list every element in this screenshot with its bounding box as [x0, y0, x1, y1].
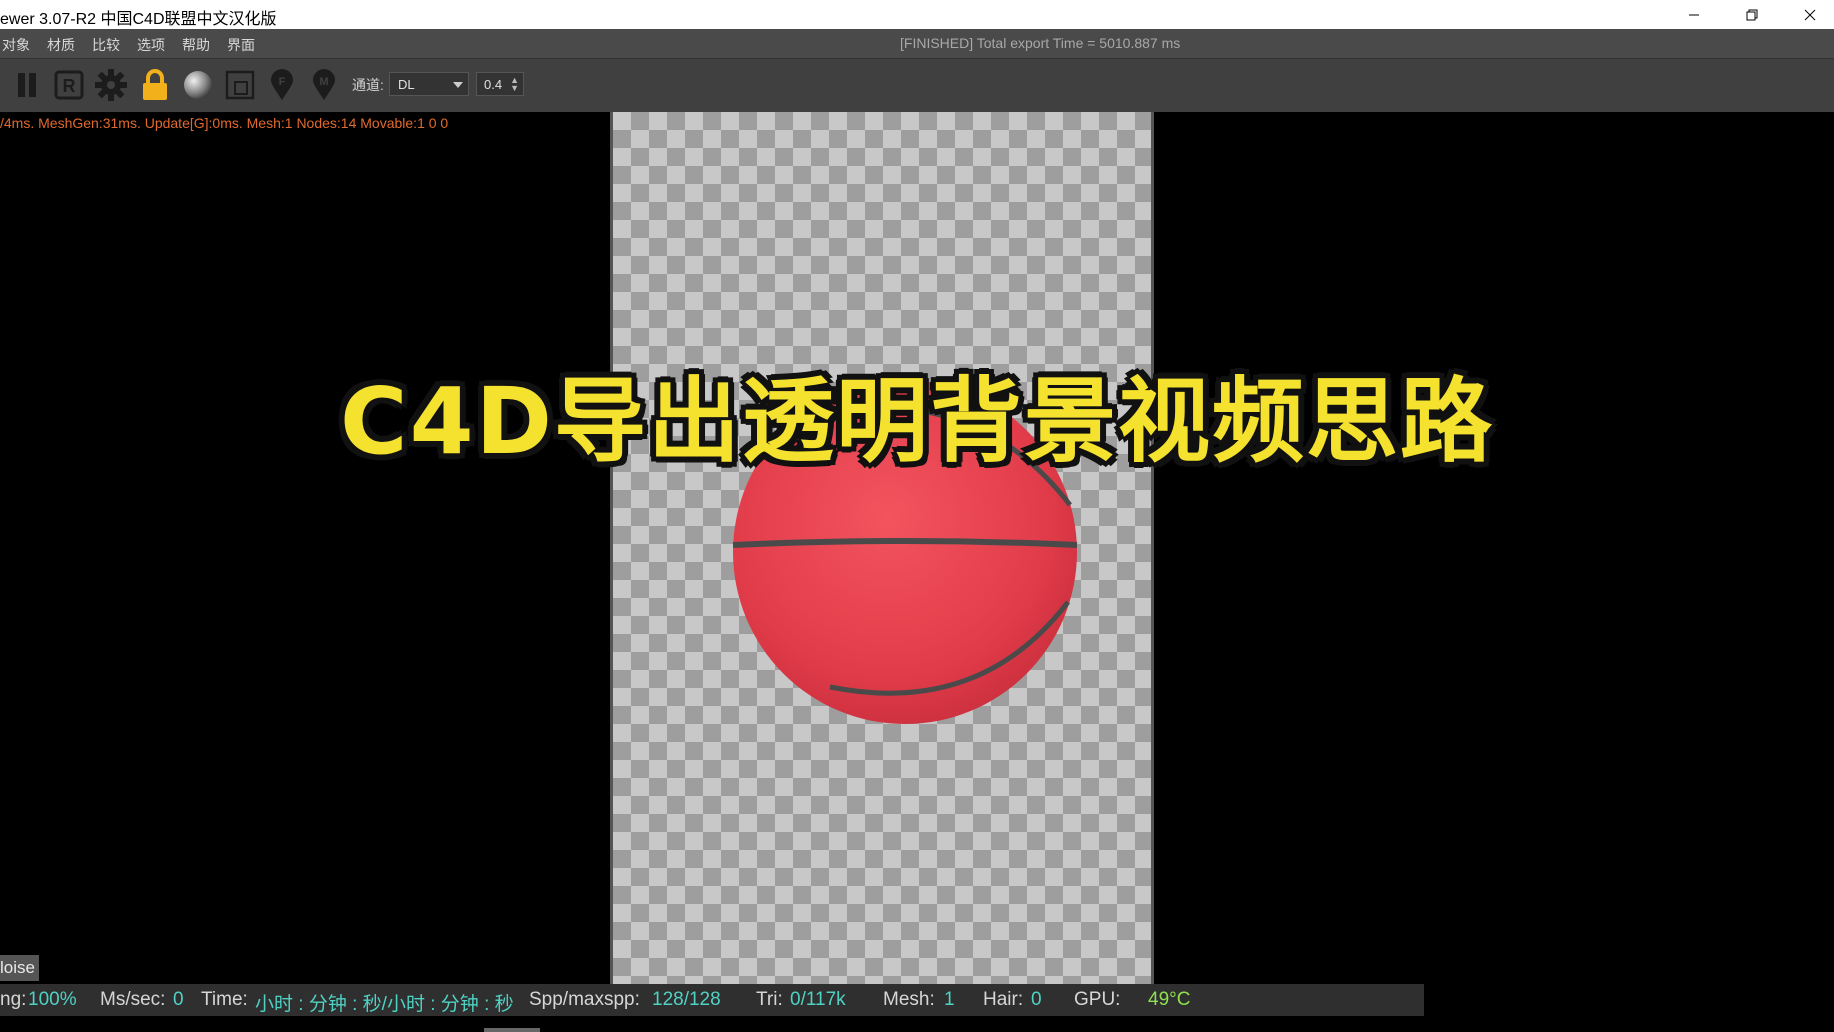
channel-label: 通道: — [352, 77, 384, 93]
region-render-button[interactable] — [221, 65, 259, 105]
hair-value: 0 — [1031, 989, 1042, 1010]
restart-render-button[interactable]: R — [50, 65, 88, 105]
menu-item-materials[interactable]: 材质 — [47, 35, 75, 55]
minimize-button[interactable] — [1665, 0, 1723, 29]
mesh-value: 1 — [944, 989, 955, 1010]
video-headline: C4D导出透明背景视频思路 — [340, 368, 1494, 475]
rendering-value: 100% — [28, 989, 77, 1010]
channel-value: DL — [398, 77, 415, 92]
restore-icon — [1746, 9, 1758, 20]
material-pin-icon: M — [313, 69, 335, 100]
transparent-render-canvas — [610, 112, 1154, 984]
rendering-label: ng: — [0, 989, 27, 1010]
spp-value: 128/128 — [652, 989, 721, 1010]
export-status: [FINISHED] Total export Time = 5010.887 … — [900, 35, 1181, 51]
time-label: Time: — [201, 989, 248, 1010]
hair-label: Hair: — [983, 989, 1024, 1010]
pause-button[interactable] — [8, 65, 46, 105]
menu-item-objects[interactable]: 对象 — [2, 35, 30, 55]
gpu-temp-value: 49°C — [1148, 989, 1191, 1010]
tri-label: Tri: — [756, 989, 783, 1010]
region-icon — [225, 70, 255, 100]
sphere-icon — [184, 71, 212, 99]
channel-select[interactable]: DL — [389, 72, 469, 96]
mesh-label: Mesh: — [883, 989, 935, 1010]
tri-value: 0/117k — [790, 989, 846, 1010]
svg-text:M: M — [319, 76, 328, 88]
restore-button[interactable] — [1723, 0, 1781, 29]
menu-item-interface[interactable]: 界面 — [227, 35, 255, 55]
menu-bar: 对象 材质 比较 选项 帮助 界面 [FINISHED] Total expor… — [0, 29, 1834, 58]
material-preview-button[interactable] — [179, 65, 217, 105]
render-viewport[interactable]: /4ms. MeshGen:31ms. Update[G]:0ms. Mesh:… — [0, 112, 1834, 1032]
time-value: 小时 : 分钟 : 秒/小时 : 分钟 : 秒 — [255, 994, 514, 1015]
lock-button[interactable] — [136, 65, 174, 105]
menu-item-help[interactable]: 帮助 — [182, 35, 210, 55]
gpu-label: GPU: — [1074, 989, 1121, 1010]
focus-pick-button[interactable]: F — [263, 65, 301, 105]
close-icon — [1804, 9, 1816, 20]
horizontal-scrollbar[interactable] — [484, 1028, 540, 1032]
chevron-down-icon — [453, 82, 463, 88]
window-title: ewer 3.07-R2 中国C4D联盟中文汉化版 — [0, 11, 277, 28]
lock-icon — [143, 69, 167, 100]
render-stats-line: /4ms. MeshGen:31ms. Update[G]:0ms. Mesh:… — [0, 115, 449, 131]
close-button[interactable] — [1781, 0, 1834, 29]
focus-pin-icon: F — [271, 69, 293, 100]
material-pick-button[interactable]: M — [305, 65, 343, 105]
gear-icon — [95, 69, 127, 101]
render-status-bar: ng: 100% Ms/sec: 0 Time: 小时 : 分钟 : 秒/小时 … — [0, 984, 1424, 1016]
mssec-label: Ms/sec: — [100, 989, 166, 1010]
stepper-value: 0.4 — [484, 77, 503, 92]
denoise-tab[interactable]: loise — [0, 955, 39, 981]
svg-text:R: R — [63, 76, 76, 96]
mssec-value: 0 — [173, 989, 184, 1010]
toolbar: R F M 通道: DL 0.4 ▲ ▼ — [0, 58, 1834, 113]
title-bar: ewer 3.07-R2 中国C4D联盟中文汉化版 — [0, 0, 1834, 29]
r-icon: R — [54, 70, 84, 100]
svg-text:F: F — [279, 76, 286, 88]
spin-arrows-icon[interactable]: ▲ ▼ — [510, 76, 519, 93]
spp-label: Spp/maxspp: — [529, 989, 640, 1010]
menu-item-options[interactable]: 选项 — [137, 35, 165, 55]
menu-item-compare[interactable]: 比较 — [92, 35, 120, 55]
settings-button[interactable] — [92, 65, 130, 105]
pause-icon — [18, 73, 36, 97]
minimize-icon — [1689, 14, 1699, 15]
value-stepper[interactable]: 0.4 ▲ ▼ — [476, 72, 524, 96]
